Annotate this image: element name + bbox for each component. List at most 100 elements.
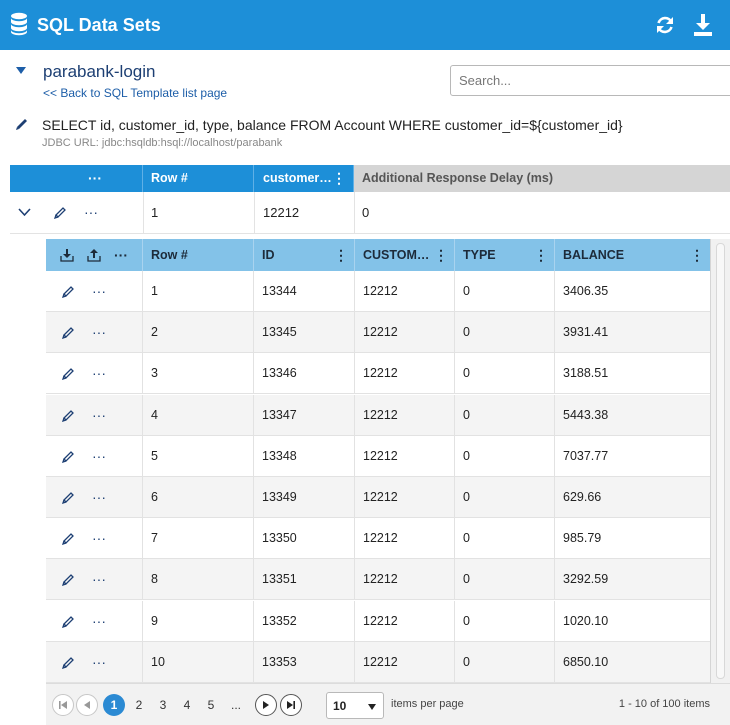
table-row[interactable]: ··· 8 13351 12212 0 3292.59 bbox=[46, 559, 710, 601]
table-row[interactable]: ··· 1 13344 12212 0 3406.35 bbox=[46, 271, 710, 312]
page-4-button[interactable]: 4 bbox=[176, 694, 198, 716]
edit-row-icon[interactable] bbox=[61, 449, 75, 463]
column-menu-icon[interactable]: ⋮ bbox=[534, 239, 548, 271]
inner-cell-customer: 12212 bbox=[355, 271, 455, 312]
row-more-icon[interactable]: ··· bbox=[92, 366, 106, 380]
table-row[interactable]: ··· 4 13347 12212 0 5443.38 bbox=[46, 394, 710, 436]
inner-col-row-num[interactable]: Row # bbox=[143, 239, 254, 271]
inner-cell-balance: 985.79 bbox=[563, 531, 602, 546]
outer-cell-customer: 12212 bbox=[263, 205, 300, 220]
inner-cell-row-num: 2 bbox=[143, 312, 254, 354]
items-count-label: 1 - 10 of 100 items bbox=[618, 698, 710, 710]
inner-header-more-icon[interactable]: ··· bbox=[114, 248, 128, 262]
row-more-icon[interactable]: ··· bbox=[92, 284, 106, 298]
outer-cell-delay: 0 bbox=[362, 205, 370, 220]
edit-row-icon[interactable] bbox=[61, 490, 75, 504]
table-row[interactable]: ··· 3 13346 12212 0 3188.51 bbox=[46, 353, 710, 395]
row-more-icon[interactable]: ··· bbox=[92, 655, 106, 669]
row-actions-cell: ··· bbox=[46, 312, 143, 354]
row-more-icon[interactable]: ··· bbox=[92, 614, 106, 628]
edit-row-icon[interactable] bbox=[61, 572, 75, 587]
row-actions-cell: ··· bbox=[46, 271, 143, 312]
vertical-scrollbar[interactable] bbox=[710, 239, 730, 683]
inner-cell-balance: 3931.41 bbox=[563, 325, 609, 340]
edit-row-icon[interactable] bbox=[61, 614, 75, 628]
table-row[interactable]: ··· 5 13348 12212 0 7037.77 bbox=[46, 435, 710, 477]
inner-cell-balance: 3188.51 bbox=[563, 366, 609, 381]
row-more-icon[interactable]: ··· bbox=[92, 449, 106, 463]
inner-col-balance[interactable]: BALANCE ⋮ bbox=[555, 239, 710, 271]
sql-query: SELECT id, customer_id, type, balance FR… bbox=[42, 117, 623, 133]
row-actions-cell: ··· bbox=[46, 477, 143, 518]
last-page-button[interactable] bbox=[280, 694, 302, 716]
page-1-button[interactable]: 1 bbox=[103, 694, 125, 716]
download-icon[interactable] bbox=[692, 13, 714, 37]
more-pages-button[interactable]: ... bbox=[225, 694, 247, 716]
outer-col-row-num[interactable]: Row # bbox=[143, 165, 254, 192]
column-menu-icon[interactable]: ⋮ bbox=[690, 239, 704, 271]
edit-row-icon[interactable] bbox=[61, 366, 75, 381]
edit-row-icon[interactable] bbox=[61, 531, 75, 546]
column-menu-icon[interactable]: ⋮ bbox=[434, 239, 448, 271]
chevron-down-icon[interactable] bbox=[18, 205, 31, 218]
back-to-template-list-link[interactable]: << Back to SQL Template list page bbox=[43, 86, 227, 100]
outer-col-delay[interactable]: Additional Response Delay (ms) bbox=[354, 165, 730, 192]
row-more-icon[interactable]: ··· bbox=[92, 572, 106, 586]
table-row[interactable]: ··· 7 13350 12212 0 985.79 bbox=[46, 518, 710, 560]
prev-page-button[interactable] bbox=[76, 694, 98, 716]
row-more-icon[interactable]: ··· bbox=[84, 205, 98, 219]
row-more-icon[interactable]: ··· bbox=[92, 408, 106, 422]
edit-row-icon[interactable] bbox=[53, 205, 67, 219]
row-actions-cell: ··· bbox=[46, 518, 143, 560]
caret-down-icon bbox=[368, 704, 376, 710]
edit-row-icon[interactable] bbox=[61, 325, 75, 340]
inner-grid: ··· Row # ID ⋮ CUSTOM… ⋮ TYPE ⋮ BALANCE … bbox=[46, 239, 730, 725]
column-menu-icon[interactable]: ⋮ bbox=[334, 239, 348, 271]
inner-cell-type: 0 bbox=[455, 271, 555, 312]
pager: 1 2 3 4 5 ... 10 items per page 1 - 10 o… bbox=[46, 683, 730, 725]
row-more-icon[interactable]: ··· bbox=[92, 531, 106, 545]
outer-header-more-icon[interactable]: ··· bbox=[88, 171, 102, 185]
divider bbox=[254, 192, 255, 233]
inner-col-id[interactable]: ID ⋮ bbox=[254, 239, 355, 271]
refresh-icon[interactable] bbox=[654, 14, 676, 36]
export-icon[interactable] bbox=[87, 248, 101, 262]
inner-col-type[interactable]: TYPE ⋮ bbox=[455, 239, 555, 271]
column-menu-icon[interactable]: ⋮ bbox=[332, 165, 346, 192]
inner-cell-row-num: 9 bbox=[143, 600, 254, 642]
row-more-icon[interactable]: ··· bbox=[92, 325, 106, 339]
inner-cell-customer: 12212 bbox=[355, 518, 455, 560]
page-5-button[interactable]: 5 bbox=[200, 694, 222, 716]
inner-col-customer[interactable]: CUSTOM… ⋮ bbox=[355, 239, 455, 271]
outer-table-row[interactable]: ··· 1 12212 0 bbox=[10, 192, 730, 234]
next-page-button[interactable] bbox=[255, 694, 277, 716]
inner-col-id-label: ID bbox=[262, 248, 275, 262]
collapse-toggle-icon[interactable] bbox=[16, 67, 26, 74]
inner-cell-id: 13353 bbox=[254, 641, 355, 683]
search-input[interactable] bbox=[450, 65, 730, 96]
page-size-select[interactable]: 10 bbox=[326, 692, 384, 719]
table-row[interactable]: ··· 10 13353 12212 0 6850.10 bbox=[46, 641, 710, 683]
edit-row-icon[interactable] bbox=[61, 408, 75, 422]
inner-cell-row-num: 7 bbox=[143, 518, 254, 560]
outer-col-customer[interactable]: customer… ⋮ bbox=[254, 165, 354, 192]
edit-sql-icon[interactable] bbox=[15, 117, 29, 131]
table-row[interactable]: ··· 2 13345 12212 0 3931.41 bbox=[46, 312, 710, 354]
inner-cell-customer: 12212 bbox=[355, 641, 455, 683]
inner-cell-type: 0 bbox=[455, 600, 555, 642]
row-more-icon[interactable]: ··· bbox=[92, 490, 106, 504]
row-actions-cell: ··· bbox=[46, 353, 143, 395]
import-icon[interactable] bbox=[60, 248, 74, 262]
inner-cell-type: 0 bbox=[455, 641, 555, 683]
inner-cell-id: 13347 bbox=[254, 394, 355, 436]
page-title: SQL Data Sets bbox=[37, 15, 161, 35]
table-row[interactable]: ··· 9 13352 12212 0 1020.10 bbox=[46, 600, 710, 642]
table-row[interactable]: ··· 6 13349 12212 0 629.66 bbox=[46, 477, 710, 518]
page-3-button[interactable]: 3 bbox=[152, 694, 174, 716]
outer-grid-header: ··· Row # customer… ⋮ Additional Respons… bbox=[10, 165, 730, 192]
page-2-button[interactable]: 2 bbox=[128, 694, 150, 716]
first-page-button[interactable] bbox=[52, 694, 74, 716]
edit-row-icon[interactable] bbox=[61, 284, 75, 298]
scrollbar-thumb[interactable] bbox=[716, 243, 725, 679]
edit-row-icon[interactable] bbox=[61, 655, 75, 669]
